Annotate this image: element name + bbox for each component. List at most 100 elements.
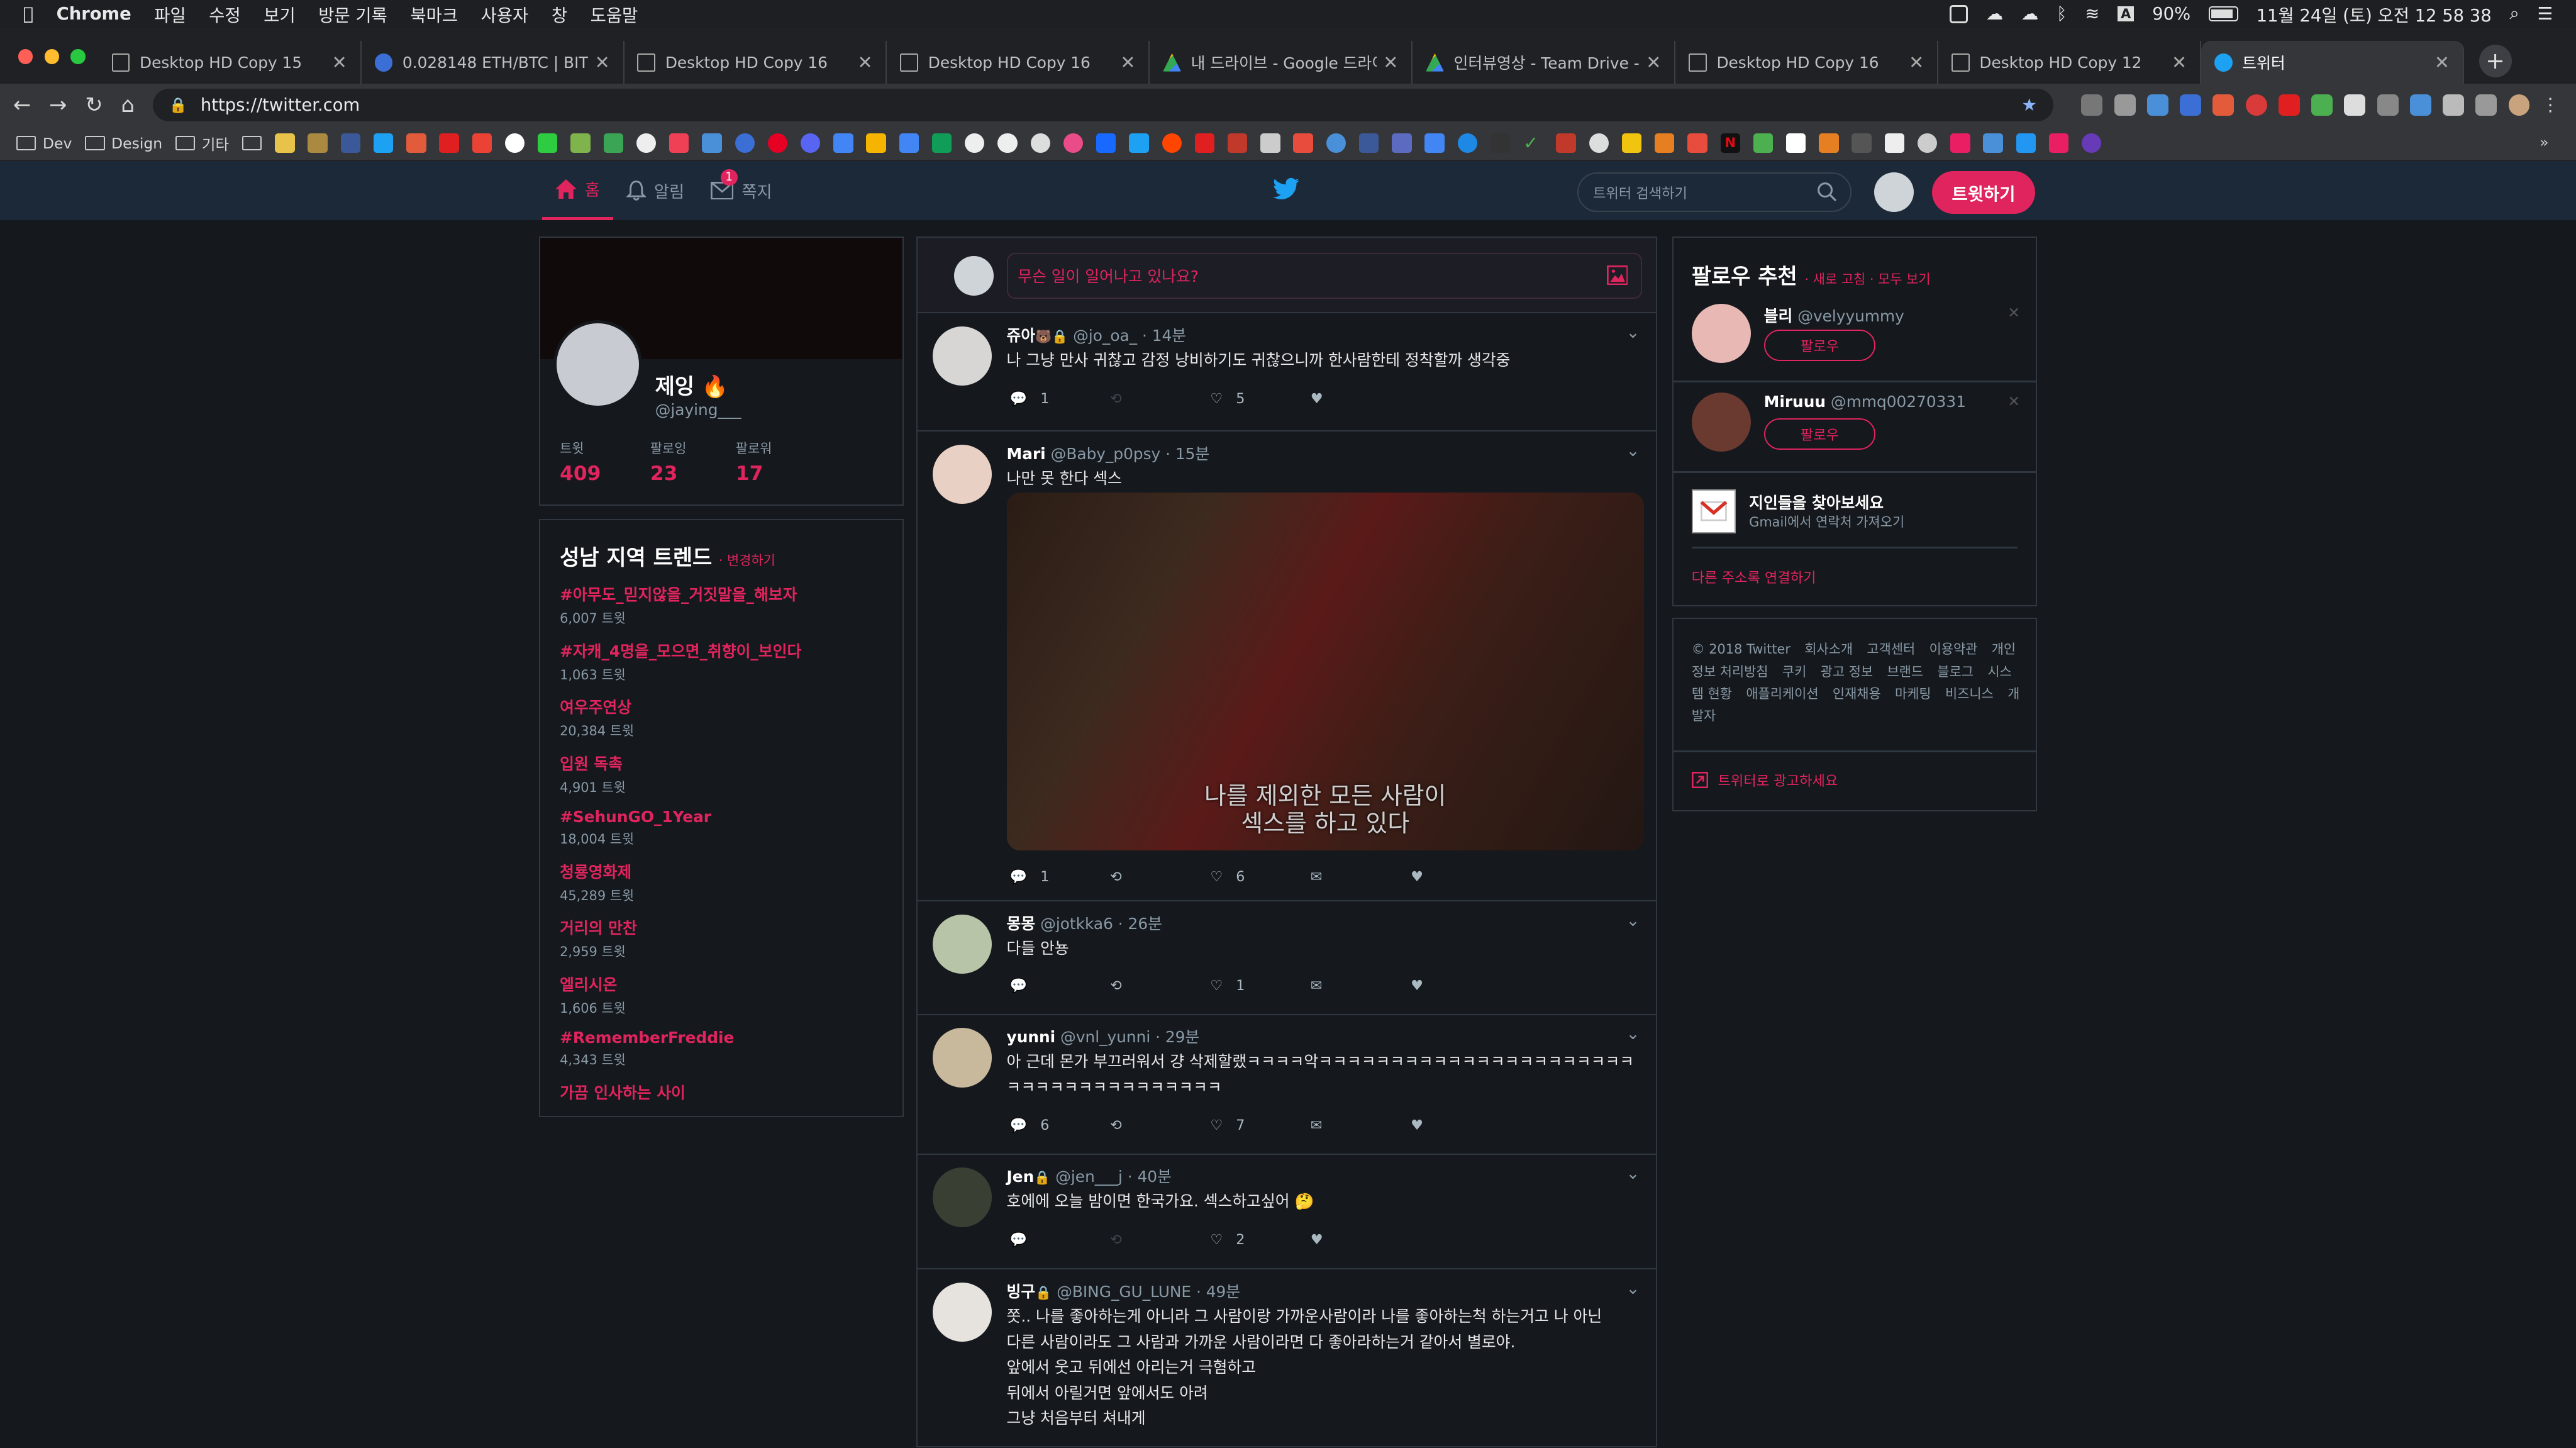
bookmark-icon[interactable] <box>1556 133 1576 153</box>
profile-avatar-icon[interactable] <box>2508 94 2530 116</box>
trend-item[interactable]: 가끔 인사하는 사이 <box>560 1081 882 1103</box>
close-window-button[interactable] <box>18 49 33 64</box>
wifi-icon[interactable]: ≋ <box>2085 4 2099 24</box>
extension-icon[interactable] <box>2278 94 2300 116</box>
folder-icon[interactable] <box>242 135 262 151</box>
extension-icon[interactable] <box>2377 94 2399 116</box>
status-icon[interactable] <box>1950 4 1968 23</box>
tweet-avatar[interactable] <box>932 326 992 386</box>
save-button[interactable]: ♥ <box>1311 1232 1411 1248</box>
extension-icon[interactable] <box>2409 94 2431 116</box>
reload-icon[interactable]: ↻ <box>85 92 103 118</box>
pinterest-icon[interactable] <box>767 133 788 153</box>
suggestion-avatar[interactable] <box>1691 303 1751 363</box>
menu-window[interactable]: 창 <box>552 1 567 26</box>
chevron-down-icon[interactable]: ⌄ <box>1626 1164 1640 1183</box>
bookmark-icon[interactable] <box>1358 133 1379 153</box>
save-button[interactable]: ♥ <box>1411 869 1511 885</box>
tab[interactable]: 0.028148 ETH/BTC | BITE ✕ <box>362 41 625 84</box>
bookmark-icon[interactable] <box>1852 133 1872 153</box>
bookmark-icon[interactable] <box>570 133 591 153</box>
spotlight-icon[interactable]: ⌕ <box>2509 4 2519 24</box>
like-button[interactable]: ♡ 6 <box>1210 869 1310 885</box>
trends-change-link[interactable]: · 변경하기 <box>719 550 775 569</box>
bookmark-icon[interactable] <box>866 133 886 153</box>
tweet-button[interactable]: 트윗하기 <box>1931 170 2036 214</box>
bookmark-icon[interactable] <box>1753 133 1774 153</box>
bookmark-icon[interactable] <box>1392 133 1412 153</box>
bookmark-icon[interactable] <box>636 133 657 153</box>
bookmark-icon[interactable] <box>1030 133 1050 153</box>
tab[interactable]: Desktop HD Copy 16 ✕ <box>625 41 887 84</box>
twitter-bookmark-icon[interactable] <box>373 133 394 153</box>
menu-edit[interactable]: 수정 <box>209 1 240 26</box>
bookmark-icon[interactable] <box>965 133 985 153</box>
tab[interactable]: 내 드라이브 - Google 드라이 ✕ <box>1150 41 1413 84</box>
bookmark-icon[interactable] <box>1950 133 1970 153</box>
trend-item[interactable]: 거리의 만찬 2,959 트윗 <box>560 916 882 961</box>
bookmark-icon[interactable] <box>603 133 623 153</box>
menu-history[interactable]: 방문 기록 <box>318 1 387 26</box>
extension-icon[interactable] <box>2081 94 2103 116</box>
tweet[interactable]: 몽몽 @jotkka6 · 26분 ⌄ 다들 안뇽 💬 ⟲ ♡ 1 ✉ ♥ <box>918 901 1657 1015</box>
like-button[interactable]: ♡ 7 <box>1210 1117 1310 1133</box>
bookmark-icon[interactable] <box>308 133 328 153</box>
menu-file[interactable]: 파일 <box>154 1 186 26</box>
bookmark-icon[interactable] <box>702 133 722 153</box>
close-tab-icon[interactable]: ✕ <box>1120 52 1135 73</box>
save-button[interactable]: ♥ <box>1411 977 1511 994</box>
profile-name[interactable]: 제잉 🔥 <box>655 369 729 400</box>
trend-item[interactable]: #RememberFreddie 4,343 트윗 <box>560 1028 882 1069</box>
close-tab-icon[interactable]: ✕ <box>857 52 872 73</box>
trend-item[interactable]: #아무도_믿지않을_거짓말을_해보자 6,007 트윗 <box>560 582 882 627</box>
bookmark-icon[interactable] <box>1884 133 1905 153</box>
compose-input[interactable]: 무슨 일이 일어나고 있나요? <box>1006 252 1643 299</box>
tweet[interactable]: yunni @vnl_yunni · 29분 ⌄ 아 근데 몬가 부끄러워서 걍… <box>918 1015 1657 1155</box>
extension-icon[interactable] <box>2114 94 2136 116</box>
bookmark-star-icon[interactable]: ★ <box>2021 96 2037 115</box>
extension-icon[interactable] <box>2443 94 2465 116</box>
tweet-handle[interactable]: @jo_oa_ · 14분 <box>1073 326 1186 345</box>
footer-link[interactable]: 브랜드 <box>1887 664 1923 679</box>
tweet-author[interactable]: 몽몽 <box>1007 915 1036 933</box>
tweet[interactable]: 쥬아🐻🔒 @jo_oa_ · 14분 ⌄ 나 그냥 만사 귀찮고 감정 낭비하기… <box>918 313 1657 432</box>
lock-icon[interactable]: 🔒 <box>169 96 187 114</box>
reply-button[interactable]: 💬 <box>1010 977 1110 994</box>
battery-percent[interactable]: 90% <box>2152 4 2190 24</box>
bookmark-folder-dev[interactable]: Dev <box>16 135 72 152</box>
suggestion-avatar[interactable] <box>1691 392 1751 452</box>
extension-icon[interactable] <box>2212 94 2235 116</box>
image-icon[interactable] <box>1606 265 1628 286</box>
bookmark-icon[interactable] <box>1786 133 1806 153</box>
footer-link[interactable]: 비즈니스 <box>1945 686 1994 701</box>
nav-home[interactable]: 홈 <box>541 161 613 220</box>
account-avatar[interactable] <box>1874 172 1914 212</box>
bookmark-icon[interactable] <box>2082 133 2102 153</box>
tweet-author[interactable]: 쥬아 <box>1007 326 1036 345</box>
extension-icon[interactable] <box>2311 94 2333 116</box>
bookmark-icon[interactable] <box>1457 133 1477 153</box>
extension-icon[interactable] <box>2180 94 2202 116</box>
bookmark-icon[interactable] <box>800 133 821 153</box>
tweet-author[interactable]: yunni <box>1007 1028 1056 1046</box>
trend-item[interactable]: 엘리시온 1,606 트윗 <box>560 972 882 1017</box>
bookmark-icon[interactable] <box>1326 133 1346 153</box>
bookmark-icon[interactable] <box>1819 133 1839 153</box>
footer-link[interactable]: 애플리케이션 <box>1746 686 1818 701</box>
more-bookmarks-icon[interactable]: » <box>2540 133 2559 153</box>
tweet-handle[interactable]: @vnl_yunni · 29분 <box>1060 1028 1199 1046</box>
retweet-button[interactable]: ⟲ <box>1110 1117 1210 1133</box>
trend-item[interactable]: 청룡영화제 45,289 트윗 <box>560 860 882 905</box>
like-button[interactable]: ♡ 1 <box>1210 977 1310 994</box>
facebook-icon[interactable] <box>340 133 361 153</box>
bookmark-icon[interactable] <box>472 133 492 153</box>
bookmark-icon[interactable] <box>1293 133 1313 153</box>
calendar-icon[interactable] <box>833 133 853 153</box>
github-icon[interactable] <box>1589 133 1609 153</box>
bookmark-icon[interactable] <box>1621 133 1642 153</box>
stat-following[interactable]: 팔로잉 23 <box>650 438 687 485</box>
message-button[interactable]: ✉ <box>1311 1117 1411 1133</box>
tweet-handle[interactable]: @jotkka6 · 26분 <box>1040 915 1162 933</box>
tweet-author[interactable]: 빙구 <box>1007 1283 1036 1301</box>
bookmark-icon[interactable] <box>1129 133 1149 153</box>
